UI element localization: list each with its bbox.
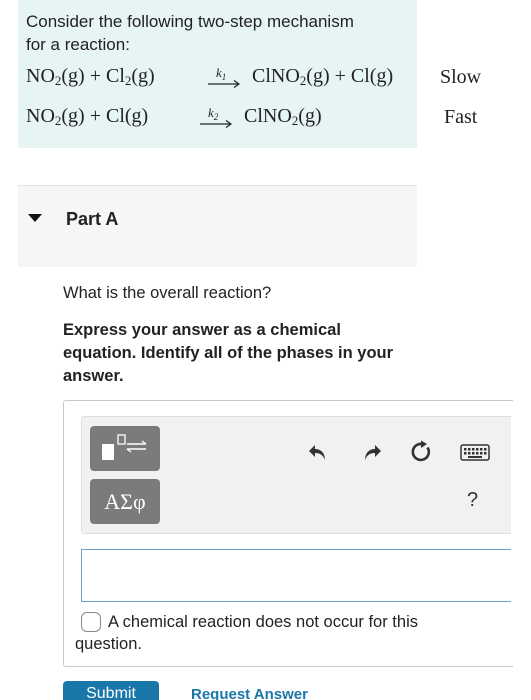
step-2-products: ClNO2(g) bbox=[244, 105, 322, 129]
step-1-reactant-b-phase: (g) bbox=[131, 65, 155, 87]
intro-line-2: for a reaction: bbox=[26, 35, 130, 54]
step-2-rate-constant: k2 bbox=[208, 105, 219, 122]
keyboard-icon[interactable] bbox=[460, 440, 490, 464]
part-a-header[interactable]: Part A bbox=[18, 185, 417, 267]
question-text: What is the overall reaction? bbox=[63, 284, 272, 302]
step-1-speed: Slow bbox=[440, 66, 482, 88]
step-2-reactants: NO2(g) + Cl(g) bbox=[26, 105, 148, 129]
answer-input[interactable] bbox=[81, 549, 511, 602]
mechanism-step-1: NO2(g) + Cl2(g) k1 ClNO2(g) + Cl(g) bbox=[26, 65, 416, 95]
greek-symbols-button[interactable]: ΑΣφ bbox=[90, 479, 160, 524]
collapse-triangle-icon[interactable] bbox=[28, 214, 42, 222]
no-reaction-label[interactable]: A chemical reaction does not occur for t… bbox=[75, 611, 475, 655]
equation-toolbar: ΑΣφ ? bbox=[81, 416, 511, 534]
instructions-text: Express your answer as a chemical equati… bbox=[63, 321, 394, 385]
step-1-reactants: NO2(g) + Cl2(g) bbox=[26, 65, 155, 89]
template-icon bbox=[102, 434, 147, 460]
step-2-product-a: ClNO bbox=[244, 105, 292, 127]
step-1-arrow-icon: k1 bbox=[208, 65, 241, 88]
reset-icon[interactable] bbox=[410, 440, 434, 464]
undo-icon[interactable] bbox=[306, 440, 330, 464]
step-2-product-tail: (g) bbox=[298, 105, 322, 127]
templates-button[interactable] bbox=[90, 426, 160, 471]
intro-text: Consider the following two-step mechanis… bbox=[26, 10, 354, 56]
step-2-speed: Fast bbox=[444, 106, 478, 128]
step-1-reactant-a-phase: (g) + Cl bbox=[61, 65, 125, 87]
request-answer-link[interactable]: Request Answer bbox=[191, 686, 308, 700]
step-1-product-a: ClNO bbox=[252, 65, 300, 87]
help-icon[interactable]: ? bbox=[467, 489, 478, 512]
step-1-rate-constant: k1 bbox=[216, 65, 226, 82]
intro-line-1: Consider the following two-step mechanis… bbox=[26, 12, 354, 31]
step-1-products: ClNO2(g) + Cl(g) bbox=[252, 65, 393, 89]
intro-panel: Consider the following two-step mechanis… bbox=[18, 0, 417, 148]
mechanism-step-2: NO2(g) + Cl(g) k2 ClNO2(g) bbox=[26, 105, 416, 135]
part-title: Part A bbox=[66, 209, 119, 229]
step-2-reactant-a: NO bbox=[26, 105, 55, 127]
submit-button[interactable]: Submit bbox=[63, 681, 159, 700]
step-2-arrow-icon: k2 bbox=[200, 105, 233, 128]
step-1-product-tail: (g) + Cl(g) bbox=[306, 65, 394, 87]
step-2-reactant-a-phase: (g) + Cl(g) bbox=[61, 105, 149, 127]
step-1-reactant-a: NO bbox=[26, 65, 55, 87]
redo-icon[interactable] bbox=[360, 440, 384, 464]
answer-editor: ΑΣφ ? A chemical reaction does not occur… bbox=[63, 400, 513, 667]
